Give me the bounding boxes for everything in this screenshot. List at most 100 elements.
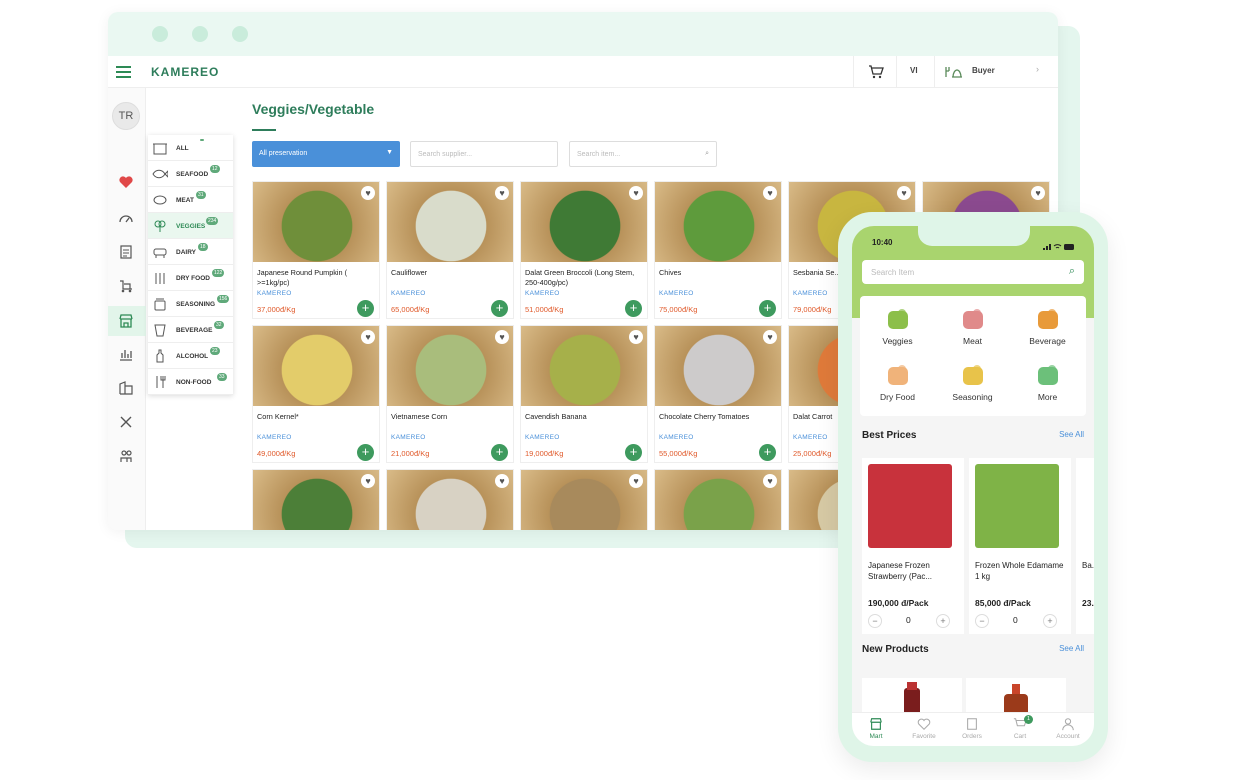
supplier-search-input[interactable]: Search supplier... [410,141,558,167]
increase-button[interactable]: + [936,614,950,628]
decrease-button[interactable]: − [975,614,989,628]
category-item[interactable]: NON-FOOD 33 [148,369,233,395]
best-price-card[interactable]: Ba... Pu... 23... [1076,458,1094,634]
add-to-cart-button[interactable]: + [759,444,776,461]
heart-icon[interactable]: ♥ [763,186,777,200]
heart-icon[interactable]: ♥ [629,474,643,488]
product-supplier[interactable]: KAMEREO [793,434,828,441]
product-card[interactable]: ♥ Vietnamese Corn KAMEREO 21,000đ/Kg + [386,325,514,463]
add-to-cart-button[interactable]: + [357,300,374,317]
product-supplier[interactable]: KAMEREO [659,290,694,297]
product-card[interactable]: ♥ Japanese Round Pumpkin ( >=1kg/pc) KAMER… [252,181,380,319]
product-supplier[interactable]: KAMEREO [525,434,560,441]
tab-favorite[interactable]: Favorite [900,717,948,740]
quantity-value: 0 [906,615,911,625]
product-card[interactable]: ♥ Corn Kernel* KAMEREO 49,000đ/Kg + [252,325,380,463]
product-supplier[interactable]: KAMEREO [391,434,426,441]
chevron-right-icon[interactable]: › [1036,64,1039,74]
add-to-cart-button[interactable]: + [625,300,642,317]
heart-icon[interactable]: ♥ [1031,186,1045,200]
mobile-category-item[interactable]: Dry Food [860,358,935,408]
product-supplier[interactable]: KAMEREO [659,434,694,441]
mobile-category-item[interactable]: Veggies [860,302,935,352]
tab-cart[interactable]: Cart 1 [996,715,1044,740]
cart-icon[interactable] [868,65,884,84]
heart-icon[interactable]: ♥ [629,330,643,344]
add-to-cart-button[interactable]: + [491,444,508,461]
best-prices-see-all[interactable]: See All [1059,430,1084,439]
product-card[interactable]: ♥ Chives KAMEREO 75,000đ/Kg + [654,181,782,319]
product-supplier[interactable]: KAMEREO [525,290,560,297]
orders-icon[interactable] [118,244,134,260]
category-item[interactable]: BEVERAGE 32 [148,317,233,343]
delivery-icon[interactable] [118,278,134,294]
quantity-stepper[interactable]: − 0 + [975,614,1059,628]
product-supplier[interactable]: KAMEREO [257,434,292,441]
best-price-card[interactable]: Frozen Whole Edamame 1 kg 85,000 đ/Pack − 0… [969,458,1071,634]
brand-logo[interactable]: KAMEREO [151,65,219,79]
new-products-see-all[interactable]: See All [1059,644,1084,653]
product-card[interactable]: ♥ [252,469,380,530]
dashboard-icon[interactable] [118,210,134,226]
mobile-category-item[interactable]: Meat [935,302,1010,352]
mobile-category-item[interactable]: Seasoning [935,358,1010,408]
category-item[interactable]: SEAFOOD 12 [148,161,233,187]
tab-orders[interactable]: Orders [948,717,996,740]
mobile-search-input[interactable]: Search Item ⌕ [862,260,1084,284]
product-card[interactable]: ♥ [654,469,782,530]
mobile-category-item[interactable]: More [1010,358,1085,408]
product-card[interactable]: ♥ [520,469,648,530]
increase-button[interactable]: + [1043,614,1057,628]
heart-icon[interactable]: ♥ [361,330,375,344]
product-supplier[interactable]: KAMEREO [391,290,426,297]
avatar[interactable]: TR [112,102,140,130]
product-price: 49,000đ/Kg [257,449,296,458]
heart-icon[interactable]: ♥ [495,330,509,344]
category-item[interactable]: DAIRY 18 [148,239,233,265]
store-icon[interactable] [118,313,134,329]
users-icon[interactable] [118,448,134,464]
category-item[interactable]: MEAT 31 [148,187,233,213]
decrease-button[interactable]: − [868,614,882,628]
tab-mart[interactable]: Mart [852,717,900,740]
mobile-category-item[interactable]: Beverage [1010,302,1085,352]
heart-icon[interactable]: ♥ [361,474,375,488]
category-item[interactable]: ALCOHOL 23 [148,343,233,369]
preservation-select[interactable]: All preservation ▼ [252,141,400,167]
role-label[interactable]: Buyer [972,66,995,75]
heart-icon[interactable]: ♥ [897,186,911,200]
product-card[interactable]: ♥ [386,469,514,530]
heart-icon[interactable]: ♥ [763,474,777,488]
product-card[interactable]: ♥ Chocolate Cherry Tomatoes KAMEREO 55,000đ… [654,325,782,463]
category-item[interactable]: DRY FOOD 122 [148,265,233,291]
tools-icon[interactable] [118,414,134,430]
heart-icon[interactable]: ♥ [495,474,509,488]
add-to-cart-button[interactable]: + [357,444,374,461]
heart-icon[interactable] [118,174,134,190]
add-to-cart-button[interactable]: + [491,300,508,317]
product-price: 37,000đ/Kg [257,305,296,314]
product-card[interactable]: ♥ Cauliflower KAMEREO 65,000đ/Kg + [386,181,514,319]
category-icon [888,365,908,385]
product-card[interactable]: ♥ Cavendish Banana KAMEREO 19,000đ/Kg + [520,325,648,463]
quantity-stepper[interactable]: − 0 + [868,614,952,628]
category-item[interactable]: VEGGIES 234 [148,213,233,239]
product-supplier[interactable]: KAMEREO [257,290,292,297]
product-card[interactable]: ♥ Dalat Green Broccoli (Long Stem, 250-40… [520,181,648,319]
product-supplier[interactable]: KAMEREO [793,290,828,297]
category-item[interactable]: SEASONING 156 [148,291,233,317]
heart-icon[interactable]: ♥ [495,186,509,200]
heart-icon[interactable]: ♥ [361,186,375,200]
best-price-card[interactable]: Japanese Frozen Strawberry (Pac... 190,00… [862,458,964,634]
heart-icon[interactable]: ♥ [629,186,643,200]
category-item[interactable]: ALL [148,135,233,161]
add-to-cart-button[interactable]: + [625,444,642,461]
tab-account[interactable]: Account [1044,717,1092,740]
menu-icon[interactable] [116,66,131,78]
language-switch[interactable]: VI [910,66,918,75]
building-icon[interactable] [118,380,134,396]
item-search-input[interactable]: Search item... ⌕ [569,141,717,167]
heart-icon[interactable]: ♥ [763,330,777,344]
chart-icon[interactable] [118,346,134,362]
add-to-cart-button[interactable]: + [759,300,776,317]
